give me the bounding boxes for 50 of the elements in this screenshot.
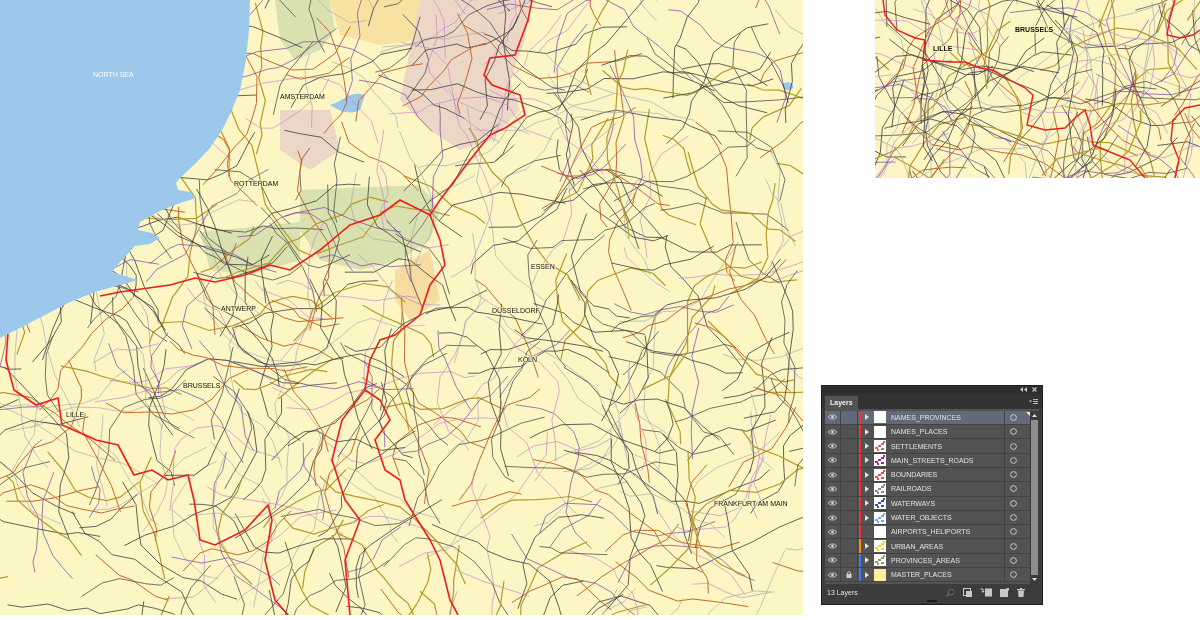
expand-triangle-icon[interactable] (865, 500, 869, 507)
expand-triangle-icon[interactable] (865, 485, 869, 492)
expand-triangle-icon[interactable] (865, 471, 869, 478)
eye-icon[interactable] (828, 543, 837, 550)
eye-icon[interactable] (828, 485, 837, 492)
clipping-mask-icon[interactable] (963, 587, 972, 597)
new-layer-icon[interactable] (1000, 587, 1009, 597)
expand-triangle-icon[interactable] (865, 457, 869, 464)
eye-icon[interactable] (828, 457, 837, 464)
target-circle-icon[interactable] (1009, 514, 1017, 521)
new-sublayer-icon[interactable] (980, 587, 992, 597)
trash-icon[interactable] (1017, 587, 1025, 597)
thumbnail-icon (874, 425, 886, 438)
target-circle-icon[interactable] (1009, 456, 1017, 464)
target-circle-icon[interactable] (1009, 485, 1017, 493)
scrollbar[interactable] (1030, 410, 1039, 584)
lock-icon[interactable] (846, 571, 852, 579)
expand-triangle-icon[interactable] (865, 557, 869, 564)
target-circle-icon[interactable] (1009, 499, 1017, 507)
eye-icon[interactable] (828, 571, 837, 578)
target-circle-icon[interactable] (1009, 413, 1017, 421)
eye-icon[interactable] (828, 443, 837, 449)
expand-triangle-icon[interactable] (865, 543, 869, 550)
expand-triangle-icon[interactable] (865, 443, 869, 449)
eye-icon[interactable] (828, 514, 837, 521)
target-circle-icon[interactable] (1009, 556, 1017, 564)
scroll-down-icon[interactable] (1032, 577, 1037, 581)
expand-triangle-icon[interactable] (865, 571, 869, 578)
target-circle-icon[interactable] (1009, 442, 1017, 450)
expand-triangle-icon[interactable] (865, 414, 869, 421)
eye-icon[interactable] (828, 500, 837, 507)
eye-icon[interactable] (828, 528, 837, 535)
thumbnail-icon (874, 411, 886, 424)
target-circle-icon[interactable] (1009, 428, 1017, 436)
panel-menu-icon[interactable] (1029, 398, 1038, 405)
target-circle-icon[interactable] (1009, 471, 1017, 479)
thumbnail-icon (874, 525, 886, 538)
close-icon[interactable] (1032, 387, 1037, 393)
target-circle-icon[interactable] (1009, 528, 1017, 536)
expand-triangle-icon[interactable] (865, 514, 869, 521)
eye-icon[interactable] (828, 471, 837, 478)
target-circle-icon[interactable] (1009, 542, 1017, 550)
scroll-up-icon[interactable] (1032, 413, 1037, 417)
expand-triangle-icon[interactable] (865, 428, 869, 435)
eye-icon[interactable] (828, 557, 837, 564)
scrollbar-thumb[interactable] (1031, 419, 1038, 575)
selection-corner-icon (1026, 411, 1030, 416)
eye-icon[interactable] (828, 428, 837, 435)
eye-icon[interactable] (828, 414, 837, 421)
target-circle-icon[interactable] (1009, 571, 1017, 579)
